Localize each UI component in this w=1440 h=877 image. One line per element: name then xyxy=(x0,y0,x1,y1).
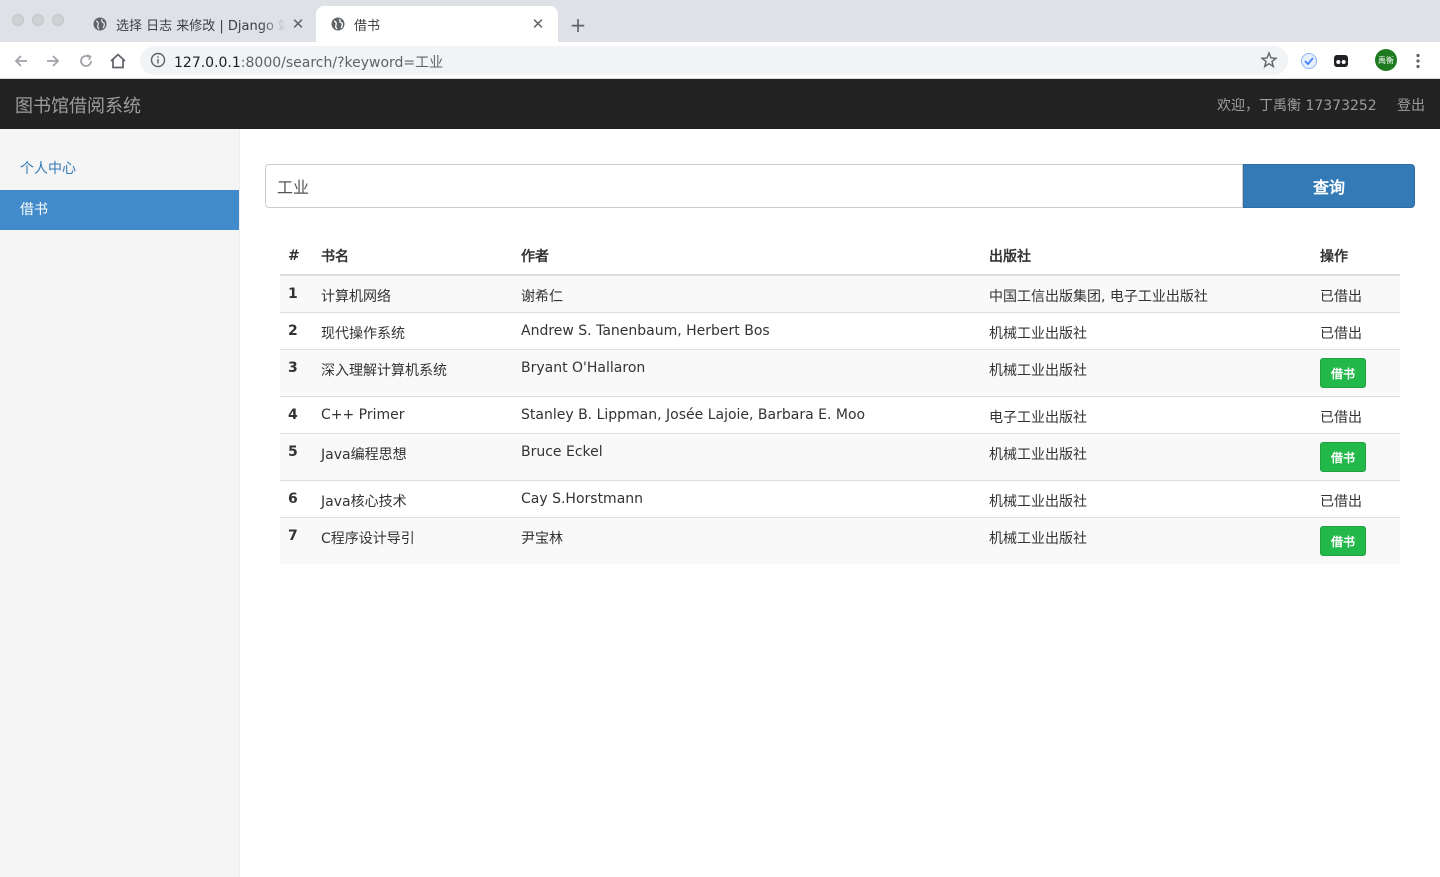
browser-toolbar: 127.0.0.1:8000/search/?keyword=工业 禹衡 xyxy=(0,42,1440,79)
book-title: 计算机网络 xyxy=(313,274,513,312)
table-row: 4 C++ Primer Stanley B. Lippman, Josée L… xyxy=(280,395,1400,433)
row-index: 1 xyxy=(280,274,313,312)
extension-translate-icon[interactable] xyxy=(1300,52,1318,70)
book-publisher: 机械工业出版社 xyxy=(981,348,1312,396)
back-arrow-icon[interactable] xyxy=(10,50,32,72)
action-cell: 借书 xyxy=(1312,516,1400,564)
action-cell: 借书 xyxy=(1312,348,1400,396)
book-title: C++ Primer xyxy=(313,395,513,433)
url-path: :8000/search/?keyword=工业 xyxy=(240,55,444,71)
book-title: 深入理解计算机系统 xyxy=(313,348,513,396)
forward-arrow-icon[interactable] xyxy=(42,50,64,72)
home-icon[interactable] xyxy=(107,50,129,72)
info-icon[interactable] xyxy=(150,52,166,68)
book-title: Java核心技术 xyxy=(313,479,513,517)
tab-title: 借书 xyxy=(354,18,381,34)
browser-tab-borrow[interactable]: 借书 ✕ xyxy=(316,6,558,42)
book-author: Andrew S. Tanenbaum, Herbert Bos xyxy=(513,311,981,349)
row-index: 7 xyxy=(280,516,313,564)
row-index: 2 xyxy=(280,311,313,349)
reload-icon[interactable] xyxy=(75,50,97,72)
close-icon[interactable]: ✕ xyxy=(530,15,546,33)
tab-title: 选择 日志 来修改 | Django 站点管理 xyxy=(116,18,286,34)
row-index: 6 xyxy=(280,479,313,517)
brand-link[interactable]: 图书馆借阅系统 xyxy=(15,92,141,118)
sidebar-item-borrow[interactable]: 借书 xyxy=(0,190,239,230)
column-header-action: 操作 xyxy=(1312,237,1400,276)
book-title: Java编程思想 xyxy=(313,432,513,480)
borrow-button[interactable]: 借书 xyxy=(1320,357,1366,388)
logout-link[interactable]: 登出 xyxy=(1397,95,1425,115)
row-index: 5 xyxy=(280,432,313,480)
row-index: 3 xyxy=(280,348,313,396)
table-row: 7 C程序设计导引 尹宝林 机械工业出版社 借书 xyxy=(280,516,1400,564)
bookmark-star-icon[interactable] xyxy=(1260,51,1278,69)
window-close-button[interactable] xyxy=(12,14,24,26)
book-author: Stanley B. Lippman, Josée Lajoie, Barbar… xyxy=(513,395,981,433)
results-table: # 书名 作者 出版社 操作 1 计算机网络 谢希仁 中国工信出版集团, 电子工… xyxy=(280,237,1400,564)
url-text: 127.0.0.1:8000/search/?keyword=工业 xyxy=(174,52,443,72)
table-row: 2 现代操作系统 Andrew S. Tanenbaum, Herbert Bo… xyxy=(280,311,1400,349)
column-header-publisher: 出版社 xyxy=(981,237,1312,276)
column-header-index: # xyxy=(280,237,313,276)
window-zoom-button[interactable] xyxy=(52,14,64,26)
column-header-title: 书名 xyxy=(313,237,513,276)
search-input[interactable] xyxy=(265,164,1243,208)
book-author: Cay S.Horstmann xyxy=(513,479,981,517)
book-title: C程序设计导引 xyxy=(313,516,513,564)
book-publisher: 机械工业出版社 xyxy=(981,479,1312,517)
address-bar[interactable]: 127.0.0.1:8000/search/?keyword=工业 xyxy=(140,46,1288,75)
globe-icon xyxy=(330,16,346,32)
table-row: 1 计算机网络 谢希仁 中国工信出版集团, 电子工业出版社 已借出 xyxy=(280,274,1400,312)
status-borrowed: 已借出 xyxy=(1312,395,1400,433)
new-tab-plus-icon[interactable]: + xyxy=(566,13,590,37)
book-title: 现代操作系统 xyxy=(313,311,513,349)
welcome-user-text[interactable]: 欢迎，丁禹衡 17373252 xyxy=(1217,95,1377,115)
sidebar: 个人中心 借书 xyxy=(0,129,240,877)
status-borrowed: 已借出 xyxy=(1312,311,1400,349)
window-minimize-button[interactable] xyxy=(32,14,44,26)
app-navbar: 图书馆借阅系统 欢迎，丁禹衡 17373252 登出 xyxy=(0,79,1440,129)
status-borrowed: 已借出 xyxy=(1312,479,1400,517)
search-button[interactable]: 查询 xyxy=(1243,164,1415,208)
book-author: 尹宝林 xyxy=(513,516,981,564)
column-header-author: 作者 xyxy=(513,237,981,276)
book-author: Bryant O'Hallaron xyxy=(513,348,981,396)
browser-tab-django-admin[interactable]: 选择 日志 来修改 | Django 站点管理 ✕ xyxy=(78,6,318,42)
extension-incognito-icon[interactable] xyxy=(1332,52,1350,70)
url-host: 127.0.0.1 xyxy=(174,55,241,71)
borrow-button[interactable]: 借书 xyxy=(1320,525,1366,556)
book-publisher: 电子工业出版社 xyxy=(981,395,1312,433)
browser-tabstrip: 选择 日志 来修改 | Django 站点管理 ✕ 借书 ✕ + xyxy=(0,0,1440,42)
book-publisher: 中国工信出版集团, 电子工业出版社 xyxy=(981,274,1312,312)
book-author: 谢希仁 xyxy=(513,274,981,312)
table-row: 5 Java编程思想 Bruce Eckel 机械工业出版社 借书 xyxy=(280,432,1400,480)
more-vert-icon[interactable] xyxy=(1410,51,1426,71)
table-row: 6 Java核心技术 Cay S.Horstmann 机械工业出版社 已借出 xyxy=(280,479,1400,517)
globe-icon xyxy=(92,16,108,32)
table-header-row: # 书名 作者 出版社 操作 xyxy=(280,237,1400,276)
close-icon[interactable]: ✕ xyxy=(290,15,306,33)
book-author: Bruce Eckel xyxy=(513,432,981,480)
table-row: 3 深入理解计算机系统 Bryant O'Hallaron 机械工业出版社 借书 xyxy=(280,348,1400,396)
book-publisher: 机械工业出版社 xyxy=(981,432,1312,480)
row-index: 4 xyxy=(280,395,313,433)
book-publisher: 机械工业出版社 xyxy=(981,516,1312,564)
sidebar-item-profile[interactable]: 个人中心 xyxy=(0,149,239,189)
borrow-button[interactable]: 借书 xyxy=(1320,441,1366,472)
book-publisher: 机械工业出版社 xyxy=(981,311,1312,349)
profile-avatar[interactable]: 禹衡 xyxy=(1375,49,1397,71)
action-cell: 借书 xyxy=(1312,432,1400,480)
status-borrowed: 已借出 xyxy=(1312,274,1400,312)
